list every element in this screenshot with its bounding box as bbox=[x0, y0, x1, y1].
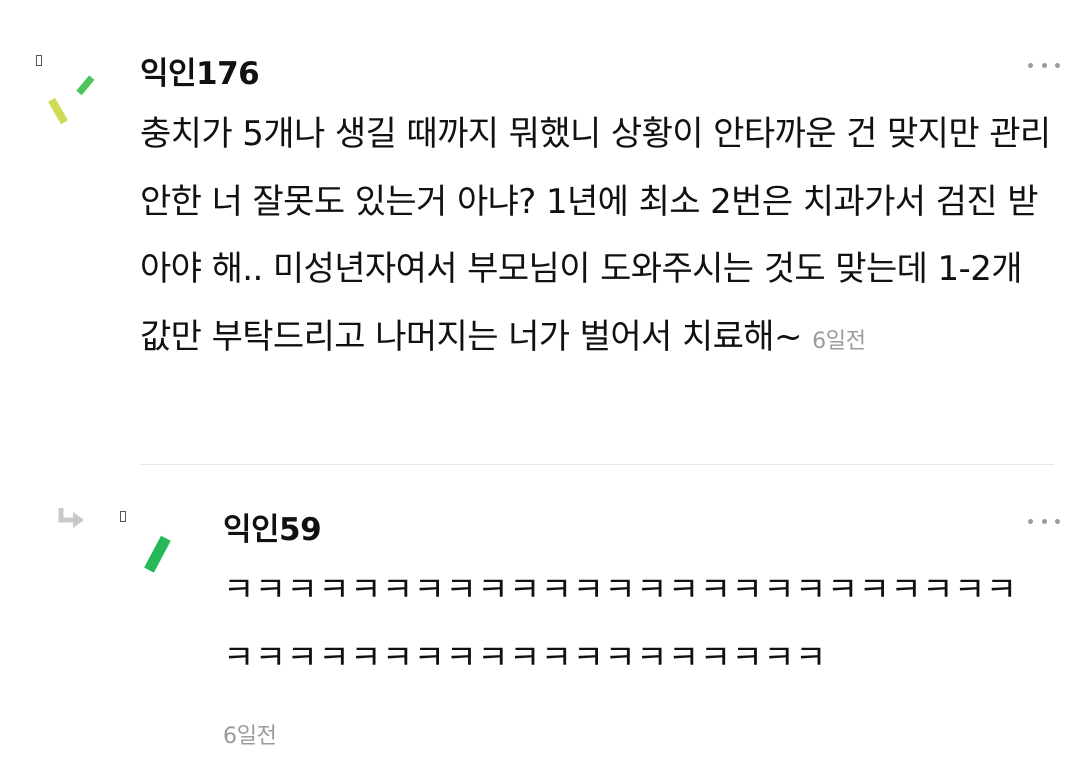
reply-timestamp: 6일전 bbox=[223, 724, 277, 749]
reply-arrow-icon bbox=[57, 506, 87, 532]
confetti-avatar-icon[interactable] bbox=[48, 72, 118, 142]
reply-comment-item: 익인59 ㅋㅋㅋㅋㅋㅋㅋㅋㅋㅋㅋㅋㅋㅋㅋㅋㅋㅋㅋㅋㅋㅋㅋㅋㅋㅋㅋㅋㅋㅋㅋㅋㅋㅋㅋ… bbox=[0, 466, 1080, 765]
more-dots-icon bbox=[1028, 518, 1033, 524]
comment-author[interactable]: 익인176 bbox=[140, 48, 260, 93]
comment-divider bbox=[140, 464, 1054, 465]
more-options-button[interactable] bbox=[1028, 57, 1060, 73]
reply-author[interactable]: 익인59 bbox=[223, 504, 322, 549]
comment-text: 충치가 5개나 생길 때까지 뭐했니 상황이 안타까운 건 맞지만 관리 안한 … bbox=[140, 114, 1051, 357]
comment-body: 충치가 5개나 생길 때까지 뭐했니 상황이 안타까운 건 맞지만 관리 안한 … bbox=[140, 101, 1054, 375]
reply-body: ㅋㅋㅋㅋㅋㅋㅋㅋㅋㅋㅋㅋㅋㅋㅋㅋㅋㅋㅋㅋㅋㅋㅋㅋㅋㅋㅋㅋㅋㅋㅋㅋㅋㅋㅋㅋㅋㅋㅋㅋ… bbox=[223, 570, 1018, 678]
author-level-marker bbox=[120, 511, 126, 522]
more-options-button[interactable] bbox=[1028, 513, 1060, 529]
comment-item: 익인176 충치가 5개나 생길 때까지 뭐했니 상황이 안타까운 건 맞지만 … bbox=[0, 0, 1080, 465]
confetti-avatar-icon[interactable] bbox=[140, 532, 210, 602]
author-level-marker bbox=[36, 55, 42, 66]
more-dots-icon bbox=[1028, 62, 1033, 68]
comment-timestamp: 6일전 bbox=[812, 328, 866, 354]
